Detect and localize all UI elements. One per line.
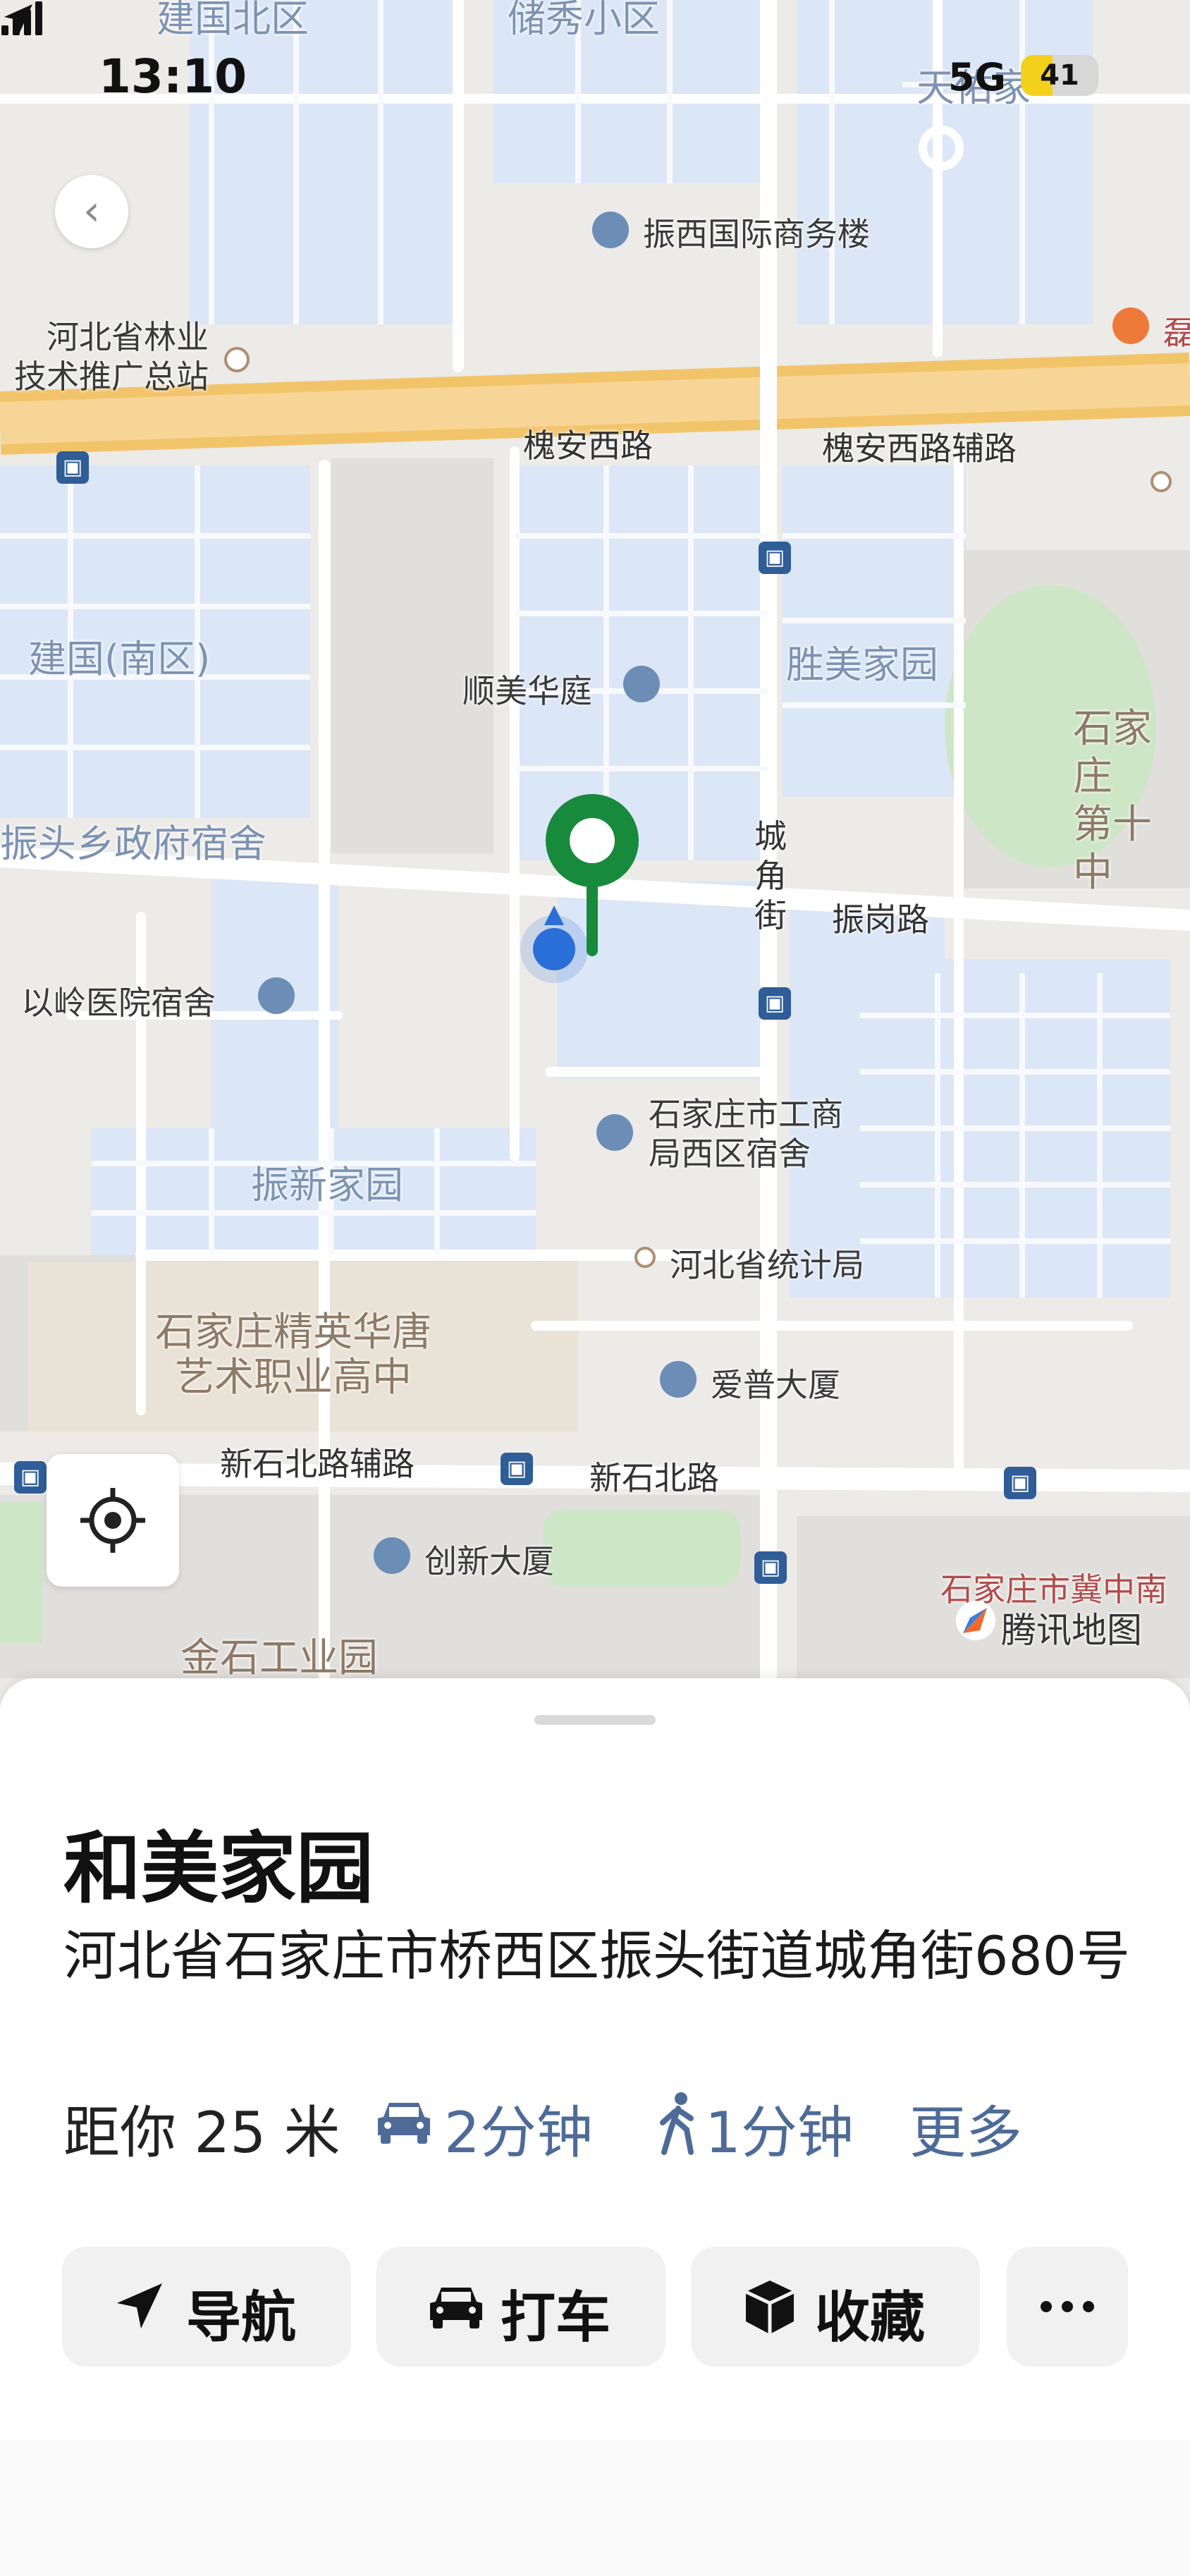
ellipsis-icon <box>1041 2301 1094 2312</box>
route-info-row: 距你 25 米 2分钟 1分钟 更多 <box>63 2087 1135 2166</box>
distance-text: 距你 25 米 <box>63 2100 341 2166</box>
road-label: 新石北路 <box>589 1459 719 1497</box>
navigate-label: 导航 <box>186 2286 297 2350</box>
poi-label[interactable]: 石家庄市工商 局西区宿舍 <box>649 1094 843 1173</box>
area-label: 石家庄精英华唐 艺术职业高中 <box>155 1310 431 1400</box>
area-label: 振头乡政府宿舍 <box>0 822 266 866</box>
navigation-arrow-icon <box>117 2283 162 2328</box>
road-label: 槐安西路 <box>523 427 653 465</box>
sheet-grabber[interactable] <box>534 1715 656 1725</box>
taxi-label: 打车 <box>501 2286 611 2350</box>
area-label: 金石工业园 <box>180 1635 378 1681</box>
poi-label[interactable]: 以岭医院宿舍 <box>21 977 216 1024</box>
walk-time[interactable]: 1分钟 <box>705 2087 854 2169</box>
place-title: 和美家园 <box>63 1824 374 1914</box>
chevron-left-icon: ‹ <box>83 186 100 236</box>
area-label: 石家庄 第十中 <box>1073 706 1152 896</box>
navigate-button[interactable]: 导航 <box>62 2247 351 2367</box>
poi-label[interactable]: 磊 <box>1163 307 1190 354</box>
bus-stop-icon[interactable]: ▣ <box>1004 1467 1036 1499</box>
drive-time[interactable]: 2分钟 <box>444 2087 593 2169</box>
building-icon <box>592 212 629 248</box>
more-routes-link[interactable]: 更多 <box>909 2087 1022 2169</box>
favorite-button[interactable]: 收藏 <box>691 2247 980 2367</box>
bus-stop-icon[interactable]: ▣ <box>14 1461 47 1494</box>
battery-level: 41 <box>1040 59 1079 92</box>
poi-label[interactable]: 顺美华庭 <box>462 666 592 712</box>
taxi-button[interactable]: 打车 <box>376 2247 665 2367</box>
status-time: 13:10 <box>99 49 247 104</box>
user-location-icon <box>520 905 588 983</box>
bus-stop-icon[interactable]: ▣ <box>759 987 791 1020</box>
poi-label[interactable]: 创新大厦 <box>424 1536 554 1582</box>
area-label: 胜美家园 <box>786 642 938 687</box>
bus-stop-icon[interactable]: ▣ <box>56 451 89 484</box>
poi-dot-icon <box>634 1247 656 1268</box>
area-label: 振新家园 <box>251 1163 403 1207</box>
place-address: 河北省石家庄市桥西区振头街道城角街680号 <box>63 1924 1131 1987</box>
poi-dot-icon <box>1151 471 1172 492</box>
building-icon <box>660 1361 697 1398</box>
poi-dot-icon <box>224 347 250 372</box>
road-label: 城 角 街 <box>754 817 787 934</box>
poi-label[interactable]: 河北省林业 技术推广总站 <box>0 317 209 396</box>
home-icon <box>258 977 295 1014</box>
place-detail-sheet[interactable]: 和美家园 河北省石家庄市桥西区振头街道城角街680号 距你 25 米 2分钟 1… <box>0 1678 1190 2576</box>
walking-icon <box>660 2092 694 2155</box>
cellular-signal-icon <box>1 1 42 35</box>
car-icon <box>378 2103 430 2144</box>
more-actions-button[interactable] <box>1007 2247 1128 2367</box>
building-icon <box>374 1537 410 1574</box>
map-attribution[interactable]: 腾讯地图 <box>1001 1602 1142 1653</box>
poi-label[interactable]: 河北省统计局 <box>670 1240 864 1286</box>
road-label: 新石北路辅路 <box>220 1445 415 1483</box>
home-icon <box>596 1114 633 1151</box>
home-icon <box>623 666 660 702</box>
bus-stop-icon[interactable]: ▣ <box>754 1551 787 1584</box>
tencent-map-logo-icon <box>956 1601 995 1640</box>
restaurant-icon <box>1112 307 1149 344</box>
favorite-label: 收藏 <box>815 2286 926 2350</box>
map-view[interactable]: 建国北区 储秀小区 天佑家 振西国际商务楼 河北省林业 技术推广总站 磊 槐安西… <box>0 0 1190 1707</box>
area-label: 建国(南区) <box>28 637 211 681</box>
back-button[interactable]: ‹ <box>55 175 128 248</box>
taxi-icon <box>430 2288 482 2328</box>
poi-label[interactable]: 爱普大厦 <box>711 1360 840 1406</box>
bus-stop-icon[interactable]: ▣ <box>759 542 791 574</box>
poi-label[interactable]: 振西国际商务楼 <box>643 209 870 255</box>
battery-icon: 41 <box>1021 55 1098 96</box>
crosshair-icon <box>80 1488 145 1553</box>
sheet-footer <box>0 2440 1190 2576</box>
locate-me-button[interactable] <box>47 1454 179 1587</box>
box-icon <box>744 2281 795 2334</box>
status-bar: 13:10 5G 41 <box>0 0 1190 155</box>
network-type: 5G <box>948 55 1006 99</box>
road-label: 振岗路 <box>832 901 929 939</box>
road-label: 槐安西路辅路 <box>822 429 1017 468</box>
bus-stop-icon[interactable]: ▣ <box>501 1453 533 1485</box>
